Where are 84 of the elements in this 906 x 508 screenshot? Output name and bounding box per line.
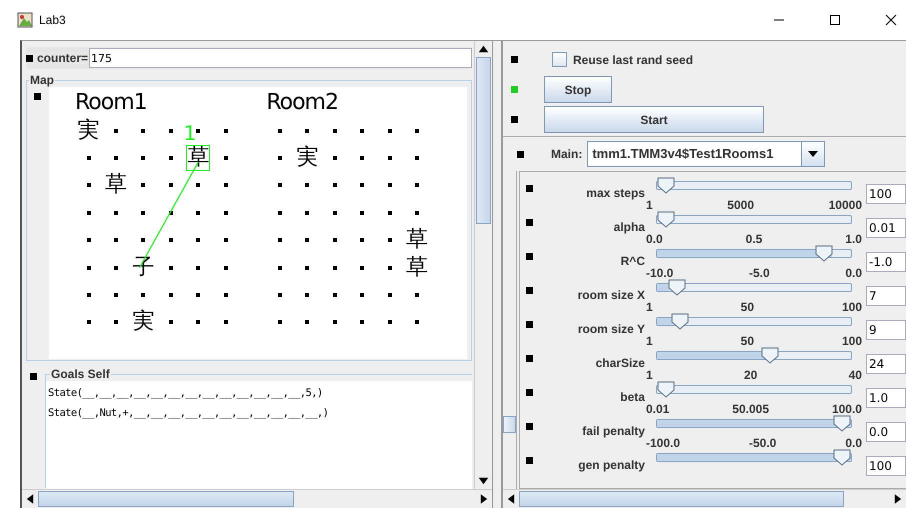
status-indicator [30, 373, 37, 380]
status-indicator [526, 423, 533, 430]
status-indicator [526, 355, 533, 362]
scroll-thumb[interactable] [519, 491, 844, 507]
value-field[interactable]: -1.0 [866, 252, 906, 272]
value-field[interactable]: 100 [866, 456, 906, 476]
slider-label: charSize [594, 356, 645, 372]
status-indicator [526, 219, 533, 226]
agent-label: 1 [184, 122, 196, 144]
slider-label: room size Y [576, 322, 645, 338]
tick-label: 100 [842, 300, 862, 314]
slider-label: alpha [612, 220, 645, 236]
maximize-icon[interactable] [829, 14, 841, 26]
slider-label: beta [619, 390, 645, 406]
scroll-thumb[interactable] [503, 416, 516, 433]
scroll-thumb[interactable] [38, 491, 294, 507]
status-indicator [34, 93, 41, 100]
counter-label: counter= [37, 51, 88, 65]
app-icon [17, 12, 33, 28]
tick-label: -5.0 [748, 266, 770, 280]
horizontal-scrollbar[interactable] [22, 489, 492, 508]
tick-label: 0.0 [845, 266, 862, 280]
tick-label: -10.0 [646, 266, 674, 280]
tick-label: 0.0 [646, 232, 663, 246]
tick-label: -100.0 [646, 436, 680, 450]
reuse-seed-checkbox[interactable]: Reuse last rand seed [552, 52, 694, 67]
slider-label: max steps [585, 186, 645, 202]
tick-label: 1.0 [845, 232, 862, 246]
tick-label: 50 [740, 300, 754, 314]
tick-label: 1 [646, 368, 653, 382]
slider-label: R^C [620, 254, 645, 270]
main-label: Main: [551, 147, 582, 161]
tick-label: 5000 [727, 198, 754, 212]
tick-label: 100 [842, 334, 862, 348]
slider-label: room size X [576, 288, 645, 304]
tick-label: 0.5 [746, 232, 762, 246]
scroll-thumb[interactable] [476, 57, 491, 224]
goal-line: State(__,Nut,+,__,__,__,__,__,__,__,__,__,__,__,) [48, 406, 330, 421]
goals-title: Goals Self [50, 367, 111, 381]
value-field[interactable]: 24 [866, 354, 906, 374]
tick-label: 0.0 [845, 436, 862, 450]
tick-label: 1 [646, 300, 653, 314]
tick-label: 10000 [828, 198, 862, 212]
value-field[interactable]: 0.0 [866, 422, 906, 442]
vertical-scrollbar[interactable] [503, 171, 517, 489]
status-indicator [26, 54, 33, 62]
main-dropdown[interactable]: tmm1.TMM3v4$Test1Rooms1 [587, 141, 826, 167]
value-field[interactable]: 0.01 [866, 218, 906, 238]
status-indicator [526, 253, 533, 260]
window-title: Lab3 [39, 13, 66, 27]
tick-label: 50.005 [732, 402, 769, 416]
tick-label: 0.01 [646, 402, 670, 416]
slider-label: gen penalty [577, 458, 645, 474]
status-indicator [526, 185, 533, 192]
close-icon[interactable] [885, 14, 897, 26]
tick-label: 50 [740, 334, 754, 348]
vertical-scrollbar[interactable] [474, 41, 492, 489]
map-title: Map [29, 73, 55, 87]
tick-label: 1 [646, 198, 653, 212]
status-indicator [526, 389, 533, 396]
horizontal-scrollbar[interactable] [503, 489, 906, 508]
status-indicator [511, 56, 518, 63]
counter-field[interactable]: 175 [89, 48, 472, 68]
tick-label: 100.0 [832, 402, 862, 416]
status-indicator [526, 321, 533, 328]
room-title: Room2 [266, 89, 339, 117]
status-indicator [517, 150, 524, 158]
slider-label: fail penalty [581, 424, 645, 440]
tick-label: 1 [646, 334, 653, 348]
stop-button[interactable]: Stop [544, 76, 612, 103]
value-field[interactable]: 1.0 [866, 388, 906, 408]
value-field[interactable]: 9 [866, 320, 906, 340]
start-button[interactable]: Start [544, 106, 764, 133]
value-field[interactable]: 100 [866, 184, 906, 204]
value-field[interactable]: 7 [866, 286, 906, 306]
agent-glyph: 草 [186, 145, 210, 172]
status-indicator [526, 457, 533, 464]
caret-icon [808, 151, 818, 157]
status-indicator [526, 287, 533, 294]
goal-line: State(__,__,__,__,__,__,__,__,__,__,__,__,__,5,) [48, 386, 324, 401]
tick-label: 40 [848, 368, 862, 382]
tick-label: 20 [744, 368, 758, 382]
tick-label: -50.0 [748, 436, 776, 450]
room-title: Room1 [75, 89, 148, 117]
